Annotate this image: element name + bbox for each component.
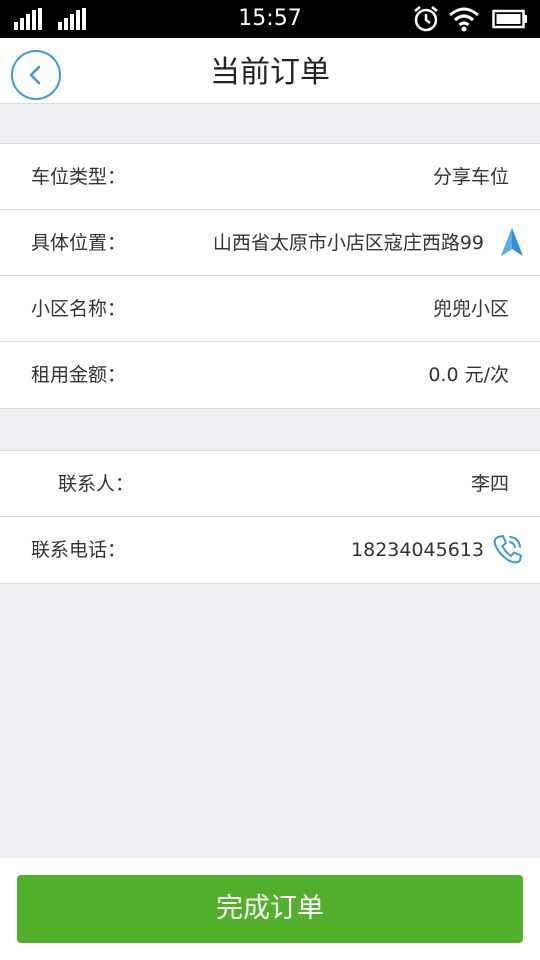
contact-phone-label: 联系电话： [31,539,127,561]
location-value: 山西省太原市小店区寇庄西路99 [212,232,484,254]
footer: 完成订单 [0,858,540,960]
wifi-icon [449,7,479,32]
community-name-value: 兜兜小区 [432,298,509,320]
community-name-row: 小区名称： 兜兜小区 [0,276,540,342]
contact-person-value: 李四 [470,473,509,495]
rent-amount-row: 租用金额： 0.0 元/次 [0,342,540,408]
contact-group: 联系人： 李四 联系电话： 18234045613 [0,450,540,584]
page-title: 当前订单 [210,55,330,90]
rent-amount-label: 租用金额： [31,364,127,386]
location-row[interactable]: 具体位置： 山西省太原市小店区寇庄西路99 [0,210,540,276]
parking-type-row: 车位类型： 分享车位 [0,144,540,210]
parking-type-label: 车位类型： [31,166,127,188]
parking-type-value: 分享车位 [432,166,509,188]
contact-person-row: 联系人： 李四 [0,451,540,517]
community-name-label: 小区名称： [31,298,127,320]
rent-amount-value: 0.0 元/次 [428,364,509,386]
navigation-arrow-icon[interactable] [500,227,524,259]
contact-phone-row[interactable]: 联系电话： 18234045613 [0,517,540,583]
order-info-group: 车位类型： 分享车位 具体位置： 山西省太原市小店区寇庄西路99 小区名称： 兜… [0,143,540,409]
battery-icon [492,9,527,29]
status-bar: 15:57 [0,0,540,38]
contact-person-label: 联系人： [58,473,135,495]
system-icons [412,5,532,33]
alarm-icon [414,6,438,32]
phone-call-icon[interactable] [490,532,526,568]
header: 当前订单 [0,38,540,104]
complete-order-button[interactable]: 完成订单 [17,875,523,943]
contact-phone-value: 18234045613 [351,539,484,561]
location-label: 具体位置： [31,232,127,254]
screen: 15:57 当前订单 车位类型： 分享车位 具体位置： 山西省太原市小店区寇庄西… [0,0,540,960]
